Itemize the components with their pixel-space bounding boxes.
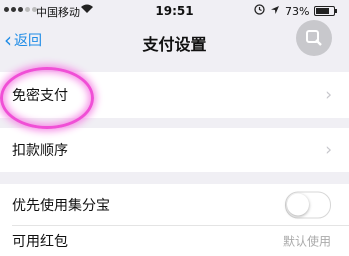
row-label: 优先使用集分宝 xyxy=(12,198,110,214)
location-icon xyxy=(270,5,280,18)
toggle-knob xyxy=(287,193,309,216)
jifenbao-toggle[interactable] xyxy=(285,191,331,219)
chevron-right-icon: › xyxy=(325,85,332,105)
chevron-right-icon: › xyxy=(325,140,332,160)
status-right-group: 73% xyxy=(254,4,338,18)
row-deduction-order[interactable]: 扣款顺序 › xyxy=(0,128,349,172)
row-label: 可用红包 xyxy=(12,234,68,250)
battery-percent: 73% xyxy=(285,4,310,18)
row-password-free-payment[interactable]: 免密支付 › xyxy=(0,72,349,118)
row-use-jifenbao-first: 优先使用集分宝 xyxy=(0,184,349,226)
row-label: 免密支付 xyxy=(12,88,68,104)
status-bar: 中国移动 19:51 73% xyxy=(0,0,349,22)
lock-icon xyxy=(254,4,265,18)
search-icon xyxy=(296,20,332,56)
battery-icon xyxy=(314,6,338,16)
row-value: 默认使用 xyxy=(282,234,331,249)
row-available-red-packet[interactable]: 可用红包 默认使用 xyxy=(0,226,349,256)
row-label: 扣款顺序 xyxy=(12,143,68,159)
